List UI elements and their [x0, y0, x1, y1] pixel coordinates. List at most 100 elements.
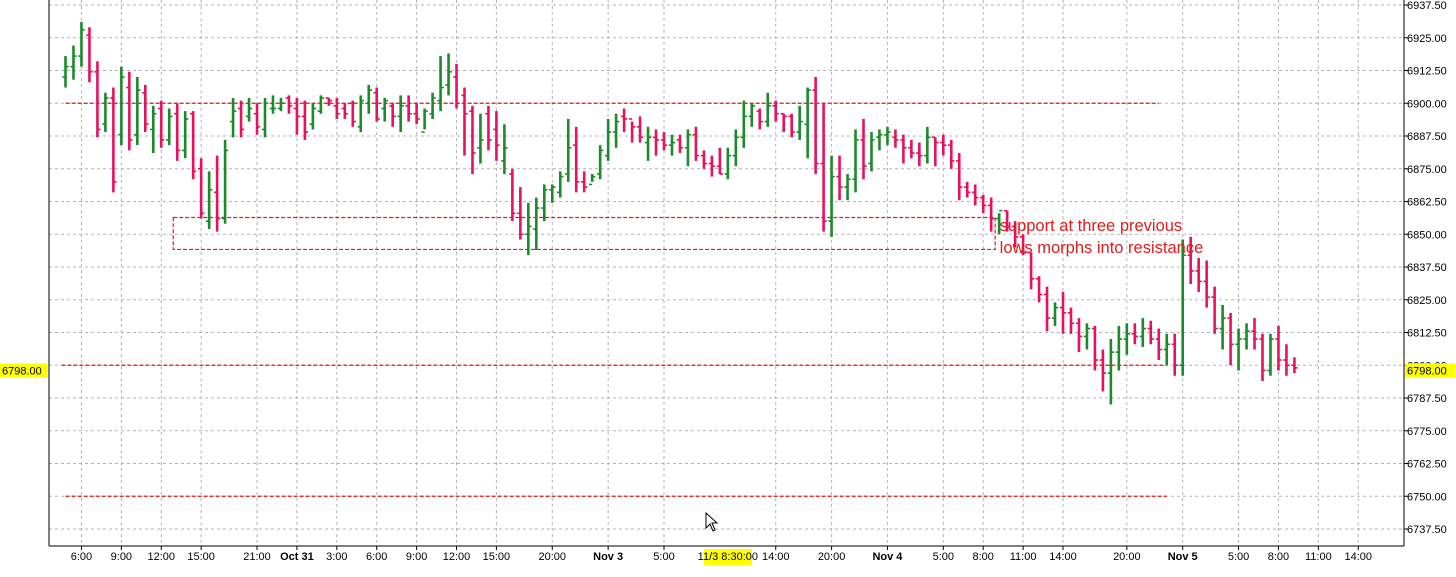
ohlc-bar [956, 153, 963, 201]
ohlc-bar [1291, 357, 1298, 374]
ohlc-bar [373, 87, 380, 122]
ohlc-bar [980, 194, 987, 214]
ohlc-bar [285, 95, 293, 114]
ohlc-bar [485, 105, 492, 151]
ohlc-bar [325, 97, 333, 106]
x-tick-label: 6:00 [71, 551, 92, 563]
x-tick-label: 6:00 [366, 551, 387, 563]
ohlc-bar [166, 108, 173, 146]
ohlc-bar [1083, 323, 1091, 350]
ohlc-bar [987, 197, 995, 232]
y-tick-label: 6875.00 [1407, 164, 1447, 176]
ohlc-bar [852, 129, 859, 193]
ohlc-bar [333, 98, 341, 119]
ohlc-bar [748, 103, 755, 127]
ohlc-bar [1211, 286, 1218, 334]
ohlc-bar [932, 136, 939, 167]
y-tick-label: 6850.00 [1407, 229, 1447, 241]
ohlc-bar [469, 105, 476, 174]
y-tick-label: 6887.50 [1407, 131, 1447, 143]
ohlc-bar [1091, 325, 1099, 371]
ohlc-bar [1251, 318, 1258, 350]
x-tick-label: 5:00 [653, 551, 674, 563]
ohlc-bar [868, 132, 875, 172]
ohlc-bar [780, 112, 787, 133]
ohlc-bar [182, 111, 189, 159]
ohlc-bar [517, 187, 524, 240]
mouse-pointer-icon [705, 511, 719, 532]
last-price-marker-right: 6798.00 [1407, 365, 1447, 377]
last-price-marker-left: 6798.00 [2, 365, 42, 377]
x-tick-label: 11:00 [1010, 551, 1037, 563]
annotation-layer: support at three previous lows morphs int… [1000, 217, 1204, 257]
ohlc-bar [924, 126, 931, 164]
ohlc-bar [1163, 333, 1170, 366]
x-tick-label: 15:00 [483, 551, 511, 563]
ohlc-bar [788, 113, 795, 138]
y-tick-label: 6937.50 [1407, 0, 1447, 12]
ohlc-bar [892, 129, 899, 148]
y-tick-label: 6837.50 [1407, 262, 1447, 274]
y-tick-label: 6787.50 [1407, 393, 1447, 405]
ohlc-bar [588, 173, 596, 186]
ohlc-bar [668, 134, 676, 156]
ohlc-bar [1243, 323, 1250, 350]
ohlc-bar [397, 95, 404, 133]
x-tick-label: Nov 5 [1168, 551, 1198, 563]
ohlc-bar [245, 98, 253, 122]
highlight-x-label: 11/3 8:30:00 [698, 551, 758, 563]
ohlc-bar [381, 98, 388, 122]
ohlc-bar [581, 171, 588, 193]
ohlc-bar [756, 108, 763, 130]
ohlc-bar [828, 155, 835, 237]
y-tick-label: 6900.00 [1407, 98, 1447, 110]
ohlc-bar [1203, 260, 1210, 308]
ohlc-bar [844, 173, 851, 201]
ohlc-bar [604, 118, 612, 161]
ohlc-bar [197, 158, 205, 219]
ohlc-bar [405, 95, 412, 122]
ohlc-bar [445, 53, 452, 96]
ohlc-bar [1099, 349, 1107, 392]
ohlc-bar [900, 134, 907, 164]
x-tick-label: 20:00 [1113, 551, 1141, 563]
x-tick-label: 9:00 [406, 551, 427, 563]
ohlc-bar [612, 113, 620, 148]
ohlc-bar [972, 184, 979, 206]
ohlc-bar [716, 147, 724, 175]
ohlc-bar [134, 77, 141, 146]
y-tick-label: 6762.50 [1407, 459, 1447, 471]
y-tick-label: 6737.50 [1407, 524, 1447, 536]
ohlc-bar [652, 129, 660, 156]
ohlc-bar [732, 129, 740, 167]
x-tick-label: 20:00 [539, 551, 567, 563]
ohlc-bar [1075, 318, 1083, 353]
ohlc-bar [221, 139, 229, 224]
ohlc-bar [1067, 307, 1075, 334]
ohlc-bar [772, 100, 779, 122]
ohlc-bar [596, 145, 604, 180]
price-chart[interactable]: 6937.50 6925.00 6912.50 6900.00 6887.50 6875.… [0, 0, 1456, 572]
ohlc-bar [102, 92, 109, 133]
ohlc-bar [620, 108, 628, 133]
x-tick-label: 14:00 [1049, 551, 1077, 563]
y-tick-label: 6912.50 [1407, 66, 1447, 78]
y-tick-label: 6775.00 [1407, 426, 1447, 438]
ohlc-bar [501, 124, 508, 174]
ohlc-bar [1235, 328, 1242, 371]
ohlc-bar [700, 150, 708, 169]
ohlc-bar [860, 118, 867, 180]
ohlc-bar [541, 184, 548, 222]
ohlc-bar [684, 129, 692, 167]
ohlc-bar [1227, 312, 1234, 366]
ohlc-bar [237, 100, 245, 138]
ohlc-bar [565, 118, 572, 182]
ohlc-bar [309, 103, 317, 130]
ohlc-bar [1051, 302, 1059, 326]
ohlc-bar [876, 129, 883, 151]
ohlc-bar [142, 84, 149, 133]
x-tick-label: 3:00 [326, 551, 347, 563]
ohlc-bar [1043, 286, 1051, 332]
ohlc-bar [533, 197, 540, 250]
ohlc-bar [349, 100, 356, 127]
